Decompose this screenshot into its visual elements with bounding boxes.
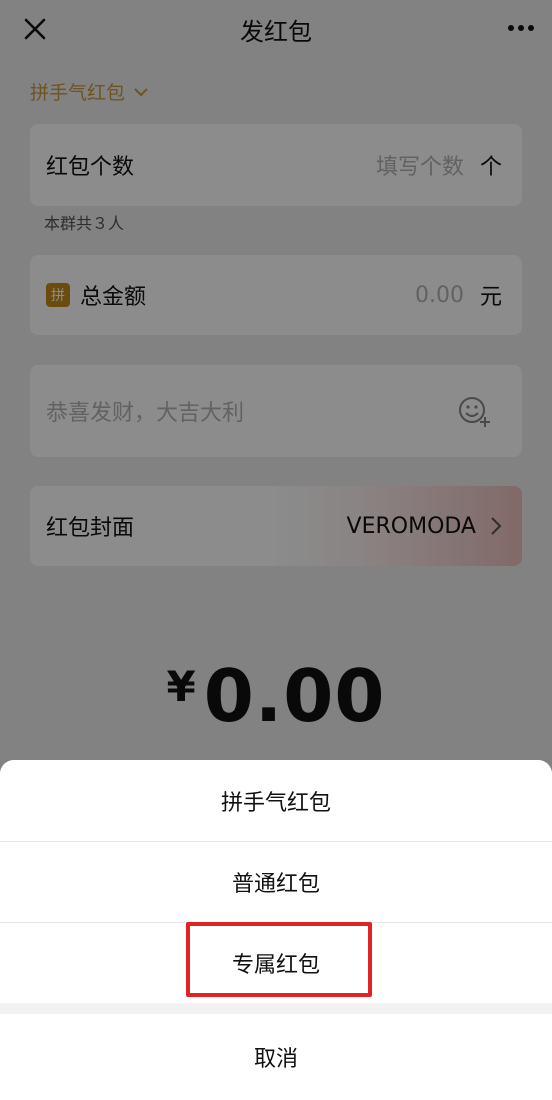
option-lucky-packet[interactable]: 拼手气红包 xyxy=(0,760,552,841)
sheet-gap xyxy=(0,1003,552,1014)
option-normal-packet[interactable]: 普通红包 xyxy=(0,842,552,922)
option-exclusive-packet[interactable]: 专属红包 xyxy=(0,923,552,1003)
cancel-button[interactable]: 取消 xyxy=(0,1014,552,1100)
packet-type-action-sheet: 拼手气红包 普通红包 专属红包 取消 xyxy=(0,760,552,1100)
